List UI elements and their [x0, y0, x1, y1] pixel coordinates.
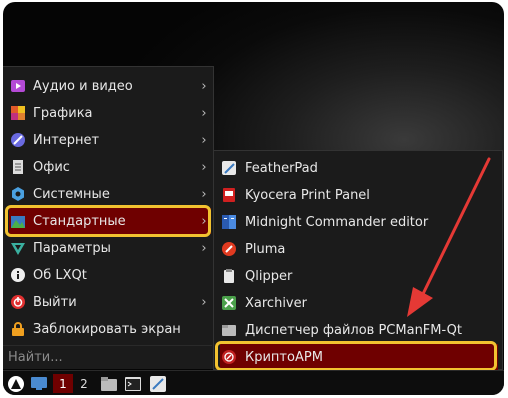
desktop: Аудио и видео › Графика › Интернет › Офи…	[3, 2, 504, 395]
folder-icon	[101, 376, 117, 391]
desktop-1-label: 1	[59, 376, 67, 391]
files-launcher[interactable]	[99, 374, 119, 393]
featherpad-launcher[interactable]	[148, 374, 168, 393]
start-menu-button[interactable]	[6, 374, 26, 393]
taskbar: 1 2	[3, 370, 504, 395]
terminal-icon	[125, 376, 141, 391]
terminal-launcher[interactable]	[123, 374, 143, 393]
app-launcher-icon	[8, 375, 24, 392]
annotation-arrow	[407, 157, 491, 317]
desktop-2-button[interactable]: 2	[75, 374, 93, 393]
desktop-2-label: 2	[80, 376, 88, 391]
featherpad-icon	[150, 375, 166, 392]
desktop-icon	[31, 377, 47, 390]
desktop-1-button[interactable]: 1	[53, 374, 73, 393]
show-desktop-button[interactable]	[30, 374, 48, 393]
